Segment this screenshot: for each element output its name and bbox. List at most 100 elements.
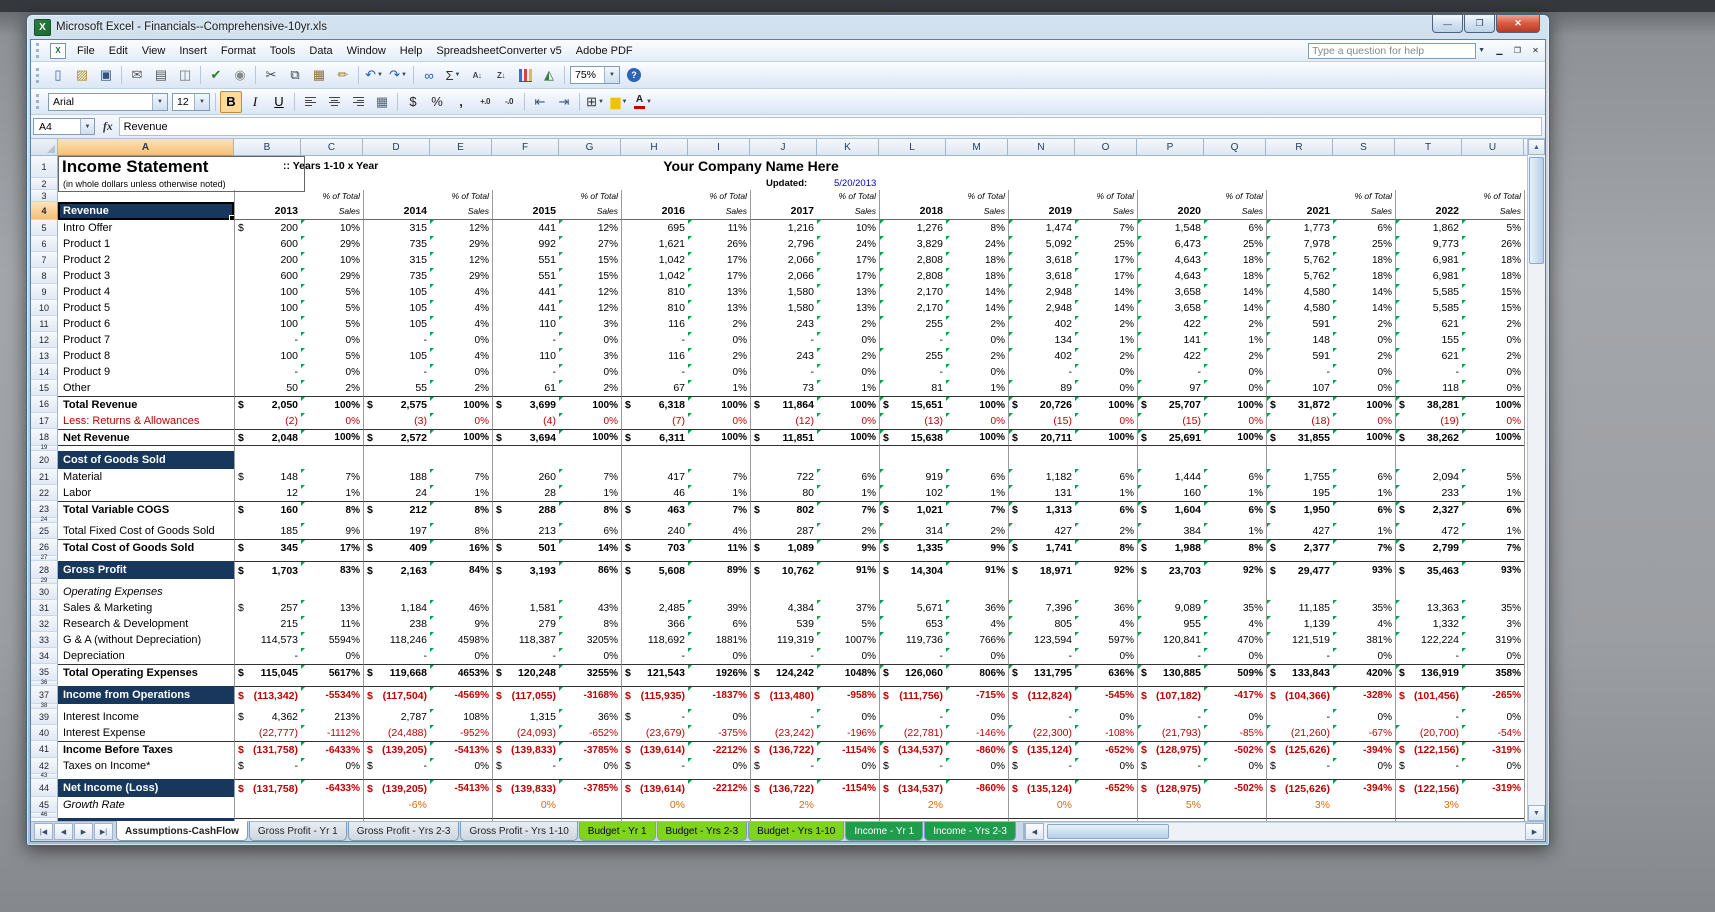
cell-P25[interactable]: 384	[1137, 523, 1204, 539]
cell-C16[interactable]: 100%	[301, 396, 363, 413]
cell-A35[interactable]: Total Operating Expenses	[58, 664, 234, 681]
spelling-icon[interactable]: ✔	[205, 64, 227, 86]
cell-D37[interactable]: $(117,504)	[363, 686, 430, 704]
cell-C45[interactable]	[301, 797, 363, 813]
minimize-button[interactable]: —	[1432, 15, 1463, 33]
cell-N14[interactable]: -	[1008, 364, 1075, 380]
cell-C37[interactable]: -5534%	[301, 686, 363, 704]
cell-M44[interactable]: -860%	[946, 779, 1008, 797]
cell-H47[interactable]: $(115,935)	[621, 818, 688, 821]
cell-I18[interactable]: 100%	[688, 429, 750, 446]
cell-J13[interactable]: 243	[750, 348, 817, 364]
cell-T8[interactable]: 6,981	[1395, 268, 1462, 284]
cell-J15[interactable]: 73	[750, 380, 817, 396]
cell-I33[interactable]: 1881%	[688, 632, 750, 648]
cell-O16[interactable]: 100%	[1075, 396, 1137, 413]
cell-S20[interactable]	[1333, 451, 1395, 469]
cell-Q41[interactable]: -502%	[1204, 741, 1266, 758]
cell-R23[interactable]: $1,950	[1266, 501, 1333, 518]
column-header-F[interactable]: F	[492, 139, 559, 156]
cell-K23[interactable]: 7%	[817, 501, 879, 518]
cell-U32[interactable]: 3%	[1462, 616, 1524, 632]
cell-S13[interactable]: 2%	[1333, 348, 1395, 364]
cell-G14[interactable]: 0%	[559, 364, 621, 380]
cell-I32[interactable]: 6%	[688, 616, 750, 632]
cell-C10[interactable]: 5%	[301, 300, 363, 316]
cell-B47[interactable]: $(113,342)	[234, 818, 301, 821]
cell-K7[interactable]: 17%	[817, 252, 879, 268]
cell-F33[interactable]: 118,387	[492, 632, 559, 648]
cell-N26[interactable]: $1,741	[1008, 539, 1075, 556]
row-header-41[interactable]: 41	[31, 741, 58, 758]
cell-F42[interactable]: $-	[492, 758, 559, 774]
cell-U5[interactable]: 5%	[1462, 220, 1524, 236]
cell-H14[interactable]: -	[621, 364, 688, 380]
cell-M5[interactable]: 8%	[946, 220, 1008, 236]
cell-F25[interactable]: 213	[492, 523, 559, 539]
cell-N42[interactable]: $-	[1008, 758, 1075, 774]
question-dropdown-icon[interactable]: ▼	[1478, 47, 1485, 54]
cell-O44[interactable]: -652%	[1075, 779, 1137, 797]
cell-U21[interactable]: 5%	[1462, 469, 1524, 485]
italic-button[interactable]: I	[244, 91, 266, 113]
bold-button[interactable]: B	[220, 91, 242, 113]
close-window-button[interactable]: ✕	[1527, 43, 1544, 58]
cell-F26[interactable]: $501	[492, 539, 559, 556]
cell-T26[interactable]: $2,799	[1395, 539, 1462, 556]
cell-M28[interactable]: 91%	[946, 561, 1008, 579]
horizontal-scroll-thumb[interactable]	[1047, 824, 1169, 839]
cell-S3[interactable]: % of Total	[1333, 190, 1395, 202]
cell-F14[interactable]: -	[492, 364, 559, 380]
cell-U42[interactable]: 0%	[1462, 758, 1524, 774]
row-header-9[interactable]: 9	[31, 284, 58, 300]
align-right-button[interactable]	[347, 91, 369, 113]
cell-S33[interactable]: 381%	[1333, 632, 1395, 648]
cell-I44[interactable]: -2212%	[688, 779, 750, 797]
cell-P35[interactable]: $130,885	[1137, 664, 1204, 681]
minimize-window-button[interactable]: ▁	[1491, 43, 1508, 58]
cell-B11[interactable]: 100	[234, 316, 301, 332]
cell-I10[interactable]: 13%	[688, 300, 750, 316]
cell-S34[interactable]: 0%	[1333, 648, 1395, 664]
cell-N13[interactable]: 402	[1008, 348, 1075, 364]
toolbar-grip[interactable]	[36, 68, 43, 83]
cell-C31[interactable]: 13%	[301, 600, 363, 616]
cell-O13[interactable]: 2%	[1075, 348, 1137, 364]
cell-J35[interactable]: $124,242	[750, 664, 817, 681]
increase-decimal-button[interactable]: +.0	[474, 91, 496, 113]
cell-H26[interactable]: $703	[621, 539, 688, 556]
cell-U25[interactable]: 1%	[1462, 523, 1524, 539]
cell-P37[interactable]: $(107,182)	[1137, 686, 1204, 704]
cell-T3[interactable]	[1395, 190, 1462, 202]
cell-P23[interactable]: $1,604	[1137, 501, 1204, 518]
cell-Q8[interactable]: 18%	[1204, 268, 1266, 284]
menu-tools[interactable]: Tools	[263, 43, 303, 59]
cell-L26[interactable]: $1,335	[879, 539, 946, 556]
cell-D10[interactable]: 105	[363, 300, 430, 316]
cell-L14[interactable]: -	[879, 364, 946, 380]
cell-S16[interactable]: 100%	[1333, 396, 1395, 413]
cell-H18[interactable]: $6,311	[621, 429, 688, 446]
cell-S23[interactable]: 6%	[1333, 501, 1395, 518]
cell-R21[interactable]: 1,755	[1266, 469, 1333, 485]
name-box-dropdown-icon[interactable]: ▼	[80, 119, 94, 134]
cell-Q7[interactable]: 18%	[1204, 252, 1266, 268]
row-header-30[interactable]: 30	[31, 584, 58, 600]
cell-D12[interactable]: -	[363, 332, 430, 348]
currency-button[interactable]: $	[402, 91, 424, 113]
cell-N33[interactable]: 123,594	[1008, 632, 1075, 648]
cell-R45[interactable]: 3%	[1266, 797, 1333, 813]
cell-I41[interactable]: -2212%	[688, 741, 750, 758]
cell-L18[interactable]: $15,638	[879, 429, 946, 446]
cell-E33[interactable]: 4598%	[430, 632, 492, 648]
select-all-corner[interactable]	[31, 139, 58, 156]
cell-Q22[interactable]: 1%	[1204, 485, 1266, 501]
sheet-tab-assumptions-cashflow[interactable]: Assumptions-CashFlow	[116, 821, 248, 841]
cell-M32[interactable]: 4%	[946, 616, 1008, 632]
vertical-scroll-thumb[interactable]	[1529, 157, 1544, 264]
cell-L5[interactable]: 1,276	[879, 220, 946, 236]
cell-N47[interactable]: $(112,824)	[1008, 818, 1075, 821]
scroll-right-icon[interactable]: ▶	[1525, 823, 1544, 840]
cell-P4[interactable]: 2020	[1137, 202, 1204, 220]
cell-J34[interactable]: -	[750, 648, 817, 664]
